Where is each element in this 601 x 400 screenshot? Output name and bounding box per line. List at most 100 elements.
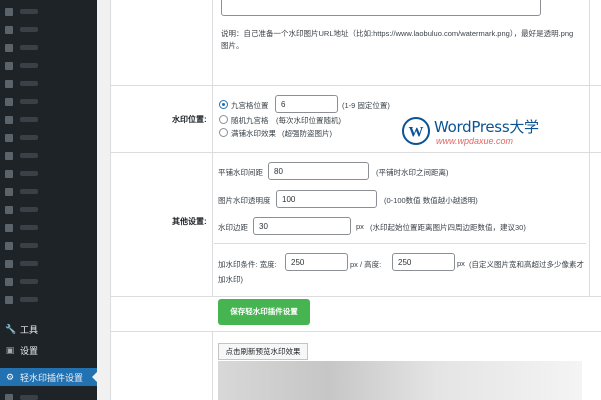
watermark-url-text: www.wpdaxue.com: [436, 136, 514, 146]
sidebar-item-label: 设置: [20, 346, 39, 356]
watermark-url-input[interactable]: [221, 0, 541, 16]
sidebar-item-label: [20, 171, 38, 176]
column-divider: [589, 0, 590, 296]
row-divider: [110, 296, 601, 297]
sidebar-item[interactable]: [0, 22, 97, 38]
menu-icon: [5, 224, 13, 232]
sidebar-item[interactable]: [0, 390, 97, 400]
radio-random-grid-label[interactable]: 随机九宫格: [231, 115, 269, 126]
opacity-input[interactable]: [276, 190, 377, 208]
watermark-url-description-line1: 说明：自己准备一个水印图片URL地址（比如:https://www.laobul…: [221, 28, 581, 52]
sidebar-item-label: [20, 153, 38, 158]
menu-icon: [5, 188, 13, 196]
height-condition-label: px / 高度:: [350, 260, 382, 269]
tile-watermark-hint: (超强防盗图片): [282, 129, 332, 138]
sidebar-item[interactable]: [0, 220, 97, 236]
condition-hint: (自定义图片宽和高超过多少像素才: [469, 260, 584, 269]
row-divider: [110, 85, 601, 86]
grid-position-input[interactable]: [275, 95, 338, 113]
sidebar-item-label: [20, 207, 38, 212]
sidebar-item[interactable]: [0, 148, 97, 164]
current-indicator: [92, 372, 97, 382]
sidebar-item[interactable]: [0, 58, 97, 74]
sidebar-item[interactable]: [0, 76, 97, 92]
sidebar-item[interactable]: [0, 256, 97, 272]
menu-icon: [5, 152, 13, 160]
sidebar-item-settings[interactable]: ▣ 设置: [0, 341, 97, 359]
sidebar-item[interactable]: [0, 112, 97, 128]
sidebar-item-label: [20, 99, 38, 104]
height-condition-input[interactable]: [392, 253, 455, 271]
sidebar-item-label: [20, 297, 38, 302]
column-divider: [212, 0, 213, 296]
sidebar-item[interactable]: [0, 274, 97, 290]
watermark-logo: W WordPress大学 www.wpdaxue.com: [402, 113, 552, 151]
sidebar-item[interactable]: [0, 202, 97, 218]
settings-icon: ▣: [5, 345, 15, 355]
menu-icon: [5, 278, 13, 286]
position-label: 水印位置:: [172, 115, 207, 124]
inner-divider: [214, 243, 586, 244]
menu-icon: [5, 394, 13, 400]
sidebar-item-label: [20, 395, 38, 400]
menu-icon: [5, 26, 13, 34]
sidebar-item-label: [20, 225, 38, 230]
menu-icon: [5, 44, 13, 52]
margin-label: 水印边距: [218, 223, 248, 232]
save-settings-button[interactable]: 保存轻水印插件设置: [218, 299, 310, 325]
sidebar-item-label: 工具: [20, 325, 39, 335]
sidebar-item-label: [20, 81, 38, 86]
menu-icon: [5, 260, 13, 268]
radio-tile-watermark-label[interactable]: 满铺水印效果: [231, 128, 276, 139]
watermark-preview-image: [218, 361, 582, 400]
menu-icon: [5, 296, 13, 304]
sidebar-item-label: [20, 27, 38, 32]
sidebar-item[interactable]: [0, 292, 97, 308]
sidebar-item-label: [20, 135, 38, 140]
radio-grid-position-label[interactable]: 九宫格位置: [231, 100, 269, 111]
menu-icon: [5, 62, 13, 70]
menu-icon: [5, 98, 13, 106]
sidebar-item-label: [20, 117, 38, 122]
wrench-icon: 🔧: [5, 324, 17, 334]
menu-icon: [5, 242, 13, 250]
menu-icon: [5, 116, 13, 124]
menu-icon: [5, 80, 13, 88]
watermark-url-description: 说明：自己准备一个水印图片URL地址（比如:https://www.laobul…: [221, 29, 574, 50]
tile-spacing-label: 平铺水印间距: [218, 168, 263, 177]
condition-unit: px: [457, 259, 465, 268]
plugin-icon: ⚙: [5, 372, 15, 382]
tile-spacing-input[interactable]: [268, 162, 369, 180]
sidebar-item[interactable]: [0, 238, 97, 254]
sidebar-item[interactable]: [0, 130, 97, 146]
sidebar-item[interactable]: [0, 4, 97, 20]
admin-sidebar: 🔧 工具 ▣ 设置 ⚙ 轻水印插件设置: [0, 0, 97, 400]
sidebar-item[interactable]: [0, 94, 97, 110]
radio-tile-watermark[interactable]: [219, 128, 228, 137]
sidebar-item-watermark-settings[interactable]: ⚙ 轻水印插件设置: [0, 368, 97, 386]
sidebar-item-label: 轻水印插件设置: [20, 373, 84, 383]
sidebar-item-label: [20, 279, 38, 284]
menu-icon: [5, 134, 13, 142]
menu-icon: [5, 8, 13, 16]
sidebar-item[interactable]: [0, 184, 97, 200]
menu-icon: [5, 206, 13, 214]
width-condition-input[interactable]: [285, 253, 348, 271]
sidebar-item-tools[interactable]: 🔧 工具: [0, 320, 97, 338]
watermark-brand-text: WordPress大学: [434, 118, 539, 136]
sidebar-item[interactable]: [0, 166, 97, 182]
row-divider: [110, 331, 601, 332]
margin-unit: px: [356, 222, 364, 231]
column-divider: [212, 331, 213, 400]
svg-text:W: W: [409, 125, 424, 141]
other-settings-label: 其他设置:: [172, 217, 207, 226]
refresh-preview-button[interactable]: 点击刷新预览水印效果: [218, 343, 308, 360]
radio-random-grid[interactable]: [219, 115, 228, 124]
radio-grid-position[interactable]: [219, 100, 228, 109]
sidebar-item-label: [20, 189, 38, 194]
tile-spacing-hint: (平铺时水印之间距离): [376, 168, 449, 177]
sidebar-item[interactable]: [0, 40, 97, 56]
condition-hint-continued: 加水印): [218, 275, 243, 284]
margin-input[interactable]: [253, 217, 351, 235]
sidebar-item-label: [20, 45, 38, 50]
